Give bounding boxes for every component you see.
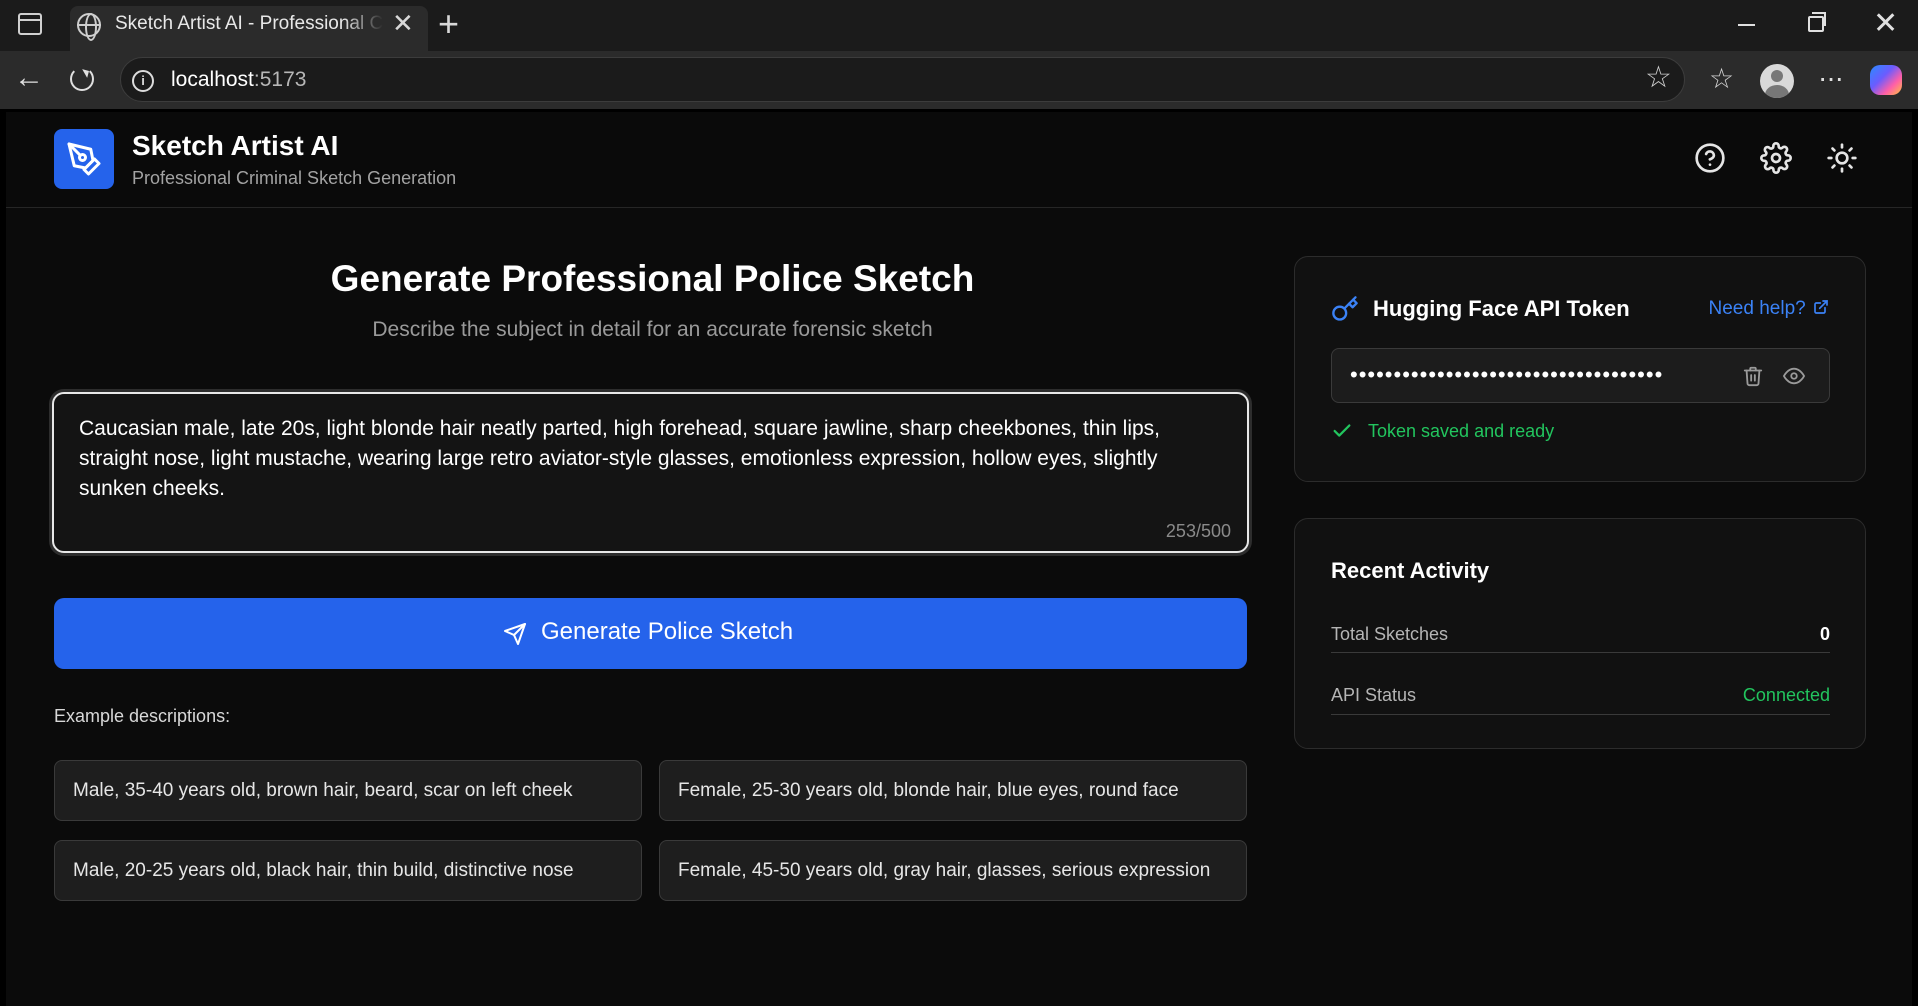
check-icon <box>1333 424 1351 437</box>
sun-theme-icon[interactable] <box>1826 142 1858 174</box>
character-counter: 253/500 <box>1165 521 1231 541</box>
back-arrow-icon[interactable]: ← <box>14 63 44 93</box>
tab-close-icon[interactable]: ✕ <box>392 10 414 36</box>
app-header: Sketch Artist AI Professional Criminal S… <box>6 112 1912 208</box>
token-masked-value[interactable]: •••••••••••••••••••••••••••••••••••• <box>1350 362 1710 388</box>
example-text: Male, 20-25 years old, black hair, thin … <box>73 860 574 881</box>
main-subtitle: Describe the subject in detail for an ac… <box>372 318 933 341</box>
example-text: Male, 35-40 years old, brown hair, beard… <box>73 780 573 801</box>
app-title: Sketch Artist AI <box>132 130 339 161</box>
example-description-4[interactable]: Female, 45-50 years old, gray hair, glas… <box>659 840 1247 901</box>
activity-value: 0 <box>1819 624 1830 644</box>
profile-avatar-icon[interactable] <box>1760 64 1794 98</box>
tab-title: Sketch Artist AI - Professional Criminal… <box>115 13 383 34</box>
token-card-title: Hugging Face API Token <box>1373 296 1630 321</box>
app-subtitle: Professional Criminal Sketch Generation <box>132 168 457 188</box>
address-bar[interactable] <box>120 57 1685 102</box>
url-port: :5173 <box>253 68 307 91</box>
restore-icon[interactable] <box>1808 12 1826 32</box>
example-text: Female, 45-50 years old, gray hair, glas… <box>678 860 1211 881</box>
send-icon <box>504 623 526 645</box>
globe-icon <box>77 13 101 41</box>
url-text[interactable]: localhost:5173 <box>171 68 306 92</box>
url-host: localhost <box>171 68 254 91</box>
site-info-icon[interactable]: i <box>132 70 154 92</box>
trash-icon[interactable] <box>1742 364 1764 388</box>
app-page: Sketch Artist AI Professional Criminal S… <box>6 112 1912 1006</box>
description-text[interactable]: Caucasian male, late 20s, light blonde h… <box>79 414 1219 504</box>
more-options-icon[interactable]: ··· <box>1818 63 1844 93</box>
settings-gear-icon[interactable] <box>1760 142 1792 174</box>
token-input[interactable]: •••••••••••••••••••••••••••••••••••• <box>1331 348 1830 403</box>
pen-tool-logo-icon <box>54 129 114 189</box>
activity-divider <box>1331 714 1830 715</box>
window-close-icon[interactable]: ✕ <box>1873 8 1898 40</box>
example-text: Female, 25-30 years old, blonde hair, bl… <box>678 780 1179 801</box>
description-textarea[interactable]: Caucasian male, late 20s, light blonde h… <box>52 392 1249 553</box>
recent-activity-card: Recent Activity Total Sketches 0 API Sta… <box>1294 518 1866 749</box>
generate-sketch-button[interactable]: Generate Police Sketch <box>54 598 1247 669</box>
example-description-3[interactable]: Male, 20-25 years old, black hair, thin … <box>54 840 642 901</box>
api-status-value: Connected <box>1742 685 1830 705</box>
key-icon <box>1332 296 1358 321</box>
generate-button-label: Generate Police Sketch <box>541 618 794 645</box>
main-title: Generate Professional Police Sketch <box>330 258 975 299</box>
minimize-icon[interactable] <box>1738 24 1755 26</box>
copilot-icon[interactable] <box>1870 65 1902 95</box>
examples-heading: Example descriptions: <box>54 706 231 726</box>
eye-icon[interactable] <box>1782 365 1806 387</box>
browser-tab-bar: Sketch Artist AI - Professional Criminal… <box>0 0 1918 51</box>
activity-divider <box>1331 652 1830 653</box>
token-status-text: Token saved and ready <box>1368 421 1555 441</box>
example-description-2[interactable]: Female, 25-30 years old, blonde hair, bl… <box>659 760 1247 821</box>
need-help-link[interactable]: Need help? <box>1709 298 1829 320</box>
new-tab-icon[interactable]: + <box>438 4 459 44</box>
browser-toolbar: ← i localhost:5173 ☆ ☆ ··· <box>0 51 1918 109</box>
reload-icon[interactable] <box>70 67 94 91</box>
favorite-star-icon[interactable]: ☆ <box>1645 63 1672 93</box>
favorites-icon[interactable]: ☆ <box>1709 64 1734 94</box>
activity-label: Total Sketches <box>1331 624 1449 644</box>
activity-label: API Status <box>1331 685 1417 705</box>
tab-actions-icon[interactable] <box>18 13 42 35</box>
external-link-icon <box>1814 300 1828 314</box>
help-icon[interactable] <box>1694 142 1726 174</box>
activity-title: Recent Activity <box>1331 558 1490 583</box>
example-description-1[interactable]: Male, 35-40 years old, brown hair, beard… <box>54 760 642 821</box>
need-help-label: Need help? <box>1708 298 1806 319</box>
api-token-card: Hugging Face API Token Need help? ••••••… <box>1294 256 1866 482</box>
